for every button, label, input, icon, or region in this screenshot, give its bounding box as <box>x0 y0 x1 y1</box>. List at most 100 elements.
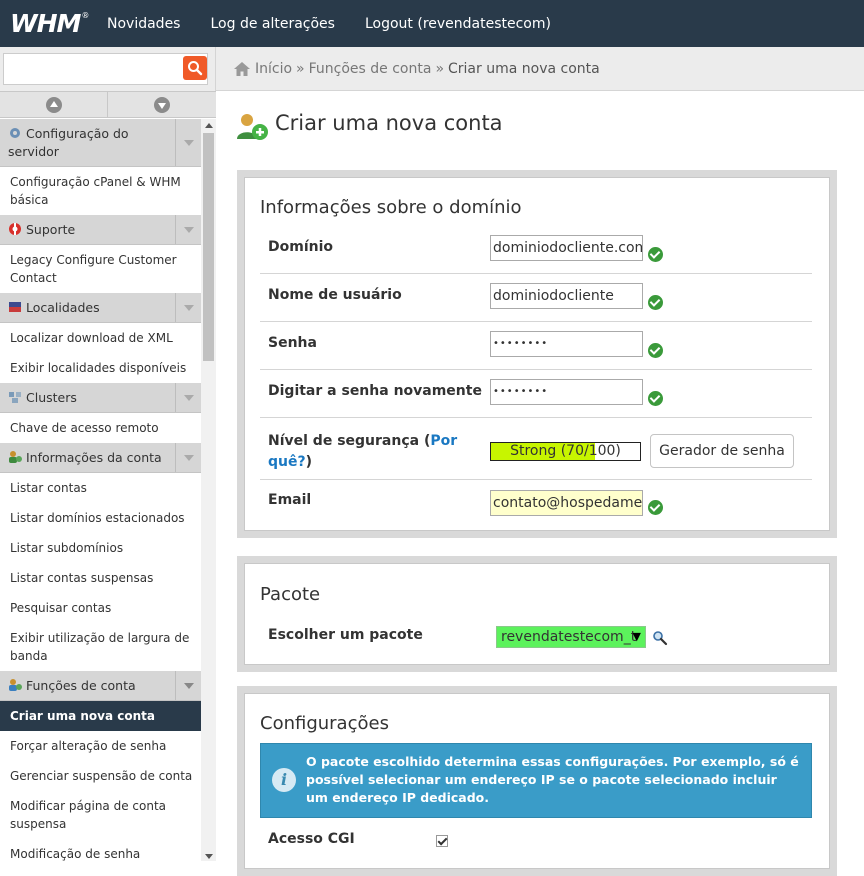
domain-input[interactable]: dominiodocliente.com. <box>490 235 643 261</box>
row-password-confirm: Digitar a senha novamente •••••••• <box>260 370 812 418</box>
chevron-down-icon[interactable] <box>175 293 201 322</box>
menu-item-create-account[interactable]: Criar uma nova conta <box>0 701 201 731</box>
menu-header-label: Funções de conta <box>26 678 136 693</box>
cgi-label: Acesso CGI <box>268 831 355 847</box>
sidebar: Configuração do servidor Configuração cP… <box>0 47 216 861</box>
chevron-down-icon[interactable] <box>175 443 201 472</box>
whm-logo[interactable]: WHM ® <box>10 8 90 38</box>
home-icon[interactable] <box>233 61 251 77</box>
row-package: Escolher um pacote revendatestecom_t ▼ <box>260 616 812 660</box>
package-label: Escolher um pacote <box>268 627 423 643</box>
password-input[interactable]: •••••••• <box>490 331 643 357</box>
menu-header-account-functions[interactable]: Funções de conta <box>0 671 201 701</box>
menu-item-search-accounts[interactable]: Pesquisar contas <box>0 593 201 623</box>
account-info-icon <box>9 451 22 463</box>
breadcrumb-separator: » <box>296 60 305 77</box>
search-button[interactable] <box>183 56 207 80</box>
registered-mark: ® <box>81 11 90 20</box>
chevron-down-icon[interactable] <box>175 671 201 700</box>
sidebar-search <box>0 47 216 91</box>
scrollbar-thumb[interactable] <box>203 133 214 361</box>
strength-text: Strong (70/100) <box>510 443 621 459</box>
menu-header-support[interactable]: Suporte <box>0 215 201 245</box>
sidebar-menu: Configuração do servidor Configuração cP… <box>0 119 201 861</box>
package-section-title: Pacote <box>260 584 321 605</box>
email-input[interactable]: contato@hospedameu <box>490 490 643 516</box>
menu-item-list-suspended-accounts[interactable]: Listar contas suspensas <box>0 563 201 593</box>
page-title: Criar uma nova conta <box>275 111 503 135</box>
search-input[interactable] <box>3 53 208 85</box>
account-functions-icon <box>9 679 22 691</box>
scroll-up-icon[interactable] <box>205 123 213 128</box>
cluster-icon <box>9 392 21 403</box>
security-level-label-end: ) <box>305 454 313 470</box>
gear-icon <box>10 128 20 138</box>
logo-text: WHM <box>10 8 81 38</box>
magnifier-icon[interactable] <box>652 630 668 646</box>
menu-item-view-available-locales[interactable]: Exibir localidades disponíveis <box>0 353 201 383</box>
menu-item-list-accounts[interactable]: Listar contas <box>0 473 201 503</box>
sidebar-collapse-controls <box>0 91 216 118</box>
arrow-down-icon <box>154 97 170 113</box>
row-username: Nome de usuário dominiodocliente <box>260 274 812 322</box>
breadcrumb-home[interactable]: Início <box>255 61 292 77</box>
menu-item-locate-xml-download[interactable]: Localizar download de XML <box>0 323 201 353</box>
cgi-checkbox[interactable] <box>436 835 448 847</box>
settings-panel-body: Configurações i O pacote escolhido deter… <box>244 693 830 869</box>
package-select-value: revendatestecom_t <box>501 629 637 645</box>
username-input[interactable]: dominiodocliente <box>490 283 643 309</box>
nav-logout[interactable]: Logout (revendatestecom) <box>365 16 551 32</box>
settings-info-box: i O pacote escolhido determina essas con… <box>260 743 812 818</box>
menu-header-label: Informações da conta <box>26 450 162 465</box>
menu-item-list-subdomains[interactable]: Listar subdomínios <box>0 533 201 563</box>
search-icon <box>188 61 203 76</box>
menu-header-label: Clusters <box>26 390 77 405</box>
menu-header-label: Localidades <box>26 300 100 315</box>
menu-header-clusters[interactable]: Clusters <box>0 383 201 413</box>
menu-item-bandwidth-usage[interactable]: Exibir utilização de largura de banda <box>0 623 201 671</box>
check-icon <box>648 295 663 310</box>
expand-all-button[interactable] <box>108 92 216 118</box>
breadcrumb-current: Criar uma nova conta <box>448 60 600 77</box>
menu-item-remote-access-key[interactable]: Chave de acesso remoto <box>0 413 201 443</box>
menu-item-password-modification[interactable]: Modificação de senha <box>0 839 201 861</box>
row-cgi: Acesso CGI <box>260 824 812 854</box>
menu-item-manage-suspension[interactable]: Gerenciar suspensão de conta <box>0 761 201 791</box>
menu-header-label: Suporte <box>26 222 76 237</box>
strength-meter: Strong (70/100) <box>490 442 641 461</box>
menu-item-force-password-change[interactable]: Forçar alteração de senha <box>0 731 201 761</box>
scroll-down-icon[interactable] <box>205 854 213 859</box>
menu-item-modify-suspended-page[interactable]: Modificar página de conta suspensa <box>0 791 201 839</box>
lifebuoy-icon <box>9 223 21 235</box>
menu-header-locales[interactable]: Localidades <box>0 293 201 323</box>
menu-header-server-config[interactable]: Configuração do servidor <box>0 119 201 167</box>
menu-header-account-info[interactable]: Informações da conta <box>0 443 201 473</box>
dropdown-arrow-icon: ▼ <box>632 630 641 643</box>
package-panel-body: Pacote Escolher um pacote revendatesteco… <box>244 563 830 665</box>
chevron-down-icon[interactable] <box>175 215 201 244</box>
sidebar-scrollbar[interactable] <box>201 119 216 861</box>
nav-changelog[interactable]: Log de alterações <box>210 16 334 32</box>
top-nav: Novidades Log de alterações Logout (reve… <box>107 0 581 47</box>
collapse-all-button[interactable] <box>0 92 108 118</box>
chevron-down-icon[interactable] <box>175 119 201 166</box>
package-select[interactable]: revendatestecom_t ▼ <box>496 626 646 648</box>
chevron-down-icon[interactable] <box>175 383 201 412</box>
check-icon <box>648 247 663 262</box>
settings-section-title: Configurações <box>260 713 389 734</box>
username-label: Nome de usuário <box>268 287 402 303</box>
main-content: Criar uma nova conta Informações sobre o… <box>216 91 864 876</box>
nav-novidades[interactable]: Novidades <box>107 16 180 32</box>
check-icon <box>648 343 663 358</box>
password-generator-button[interactable]: Gerador de senha <box>650 434 794 468</box>
password-confirm-input[interactable]: •••••••• <box>490 379 643 405</box>
password-confirm-label: Digitar a senha novamente <box>268 383 482 399</box>
breadcrumb-account-functions[interactable]: Funções de conta <box>309 61 432 77</box>
row-domain: Domínio dominiodocliente.com. <box>260 226 812 274</box>
info-icon: i <box>272 768 296 792</box>
menu-item-legacy-customer-contact[interactable]: Legacy Configure Customer Contact <box>0 245 201 293</box>
email-label: Email <box>268 492 312 508</box>
menu-item-list-parked-domains[interactable]: Listar domínios estacionados <box>0 503 201 533</box>
menu-item-cpanel-basic-config[interactable]: Configuração cPanel & WHM básica <box>0 167 201 215</box>
check-icon <box>648 391 663 406</box>
